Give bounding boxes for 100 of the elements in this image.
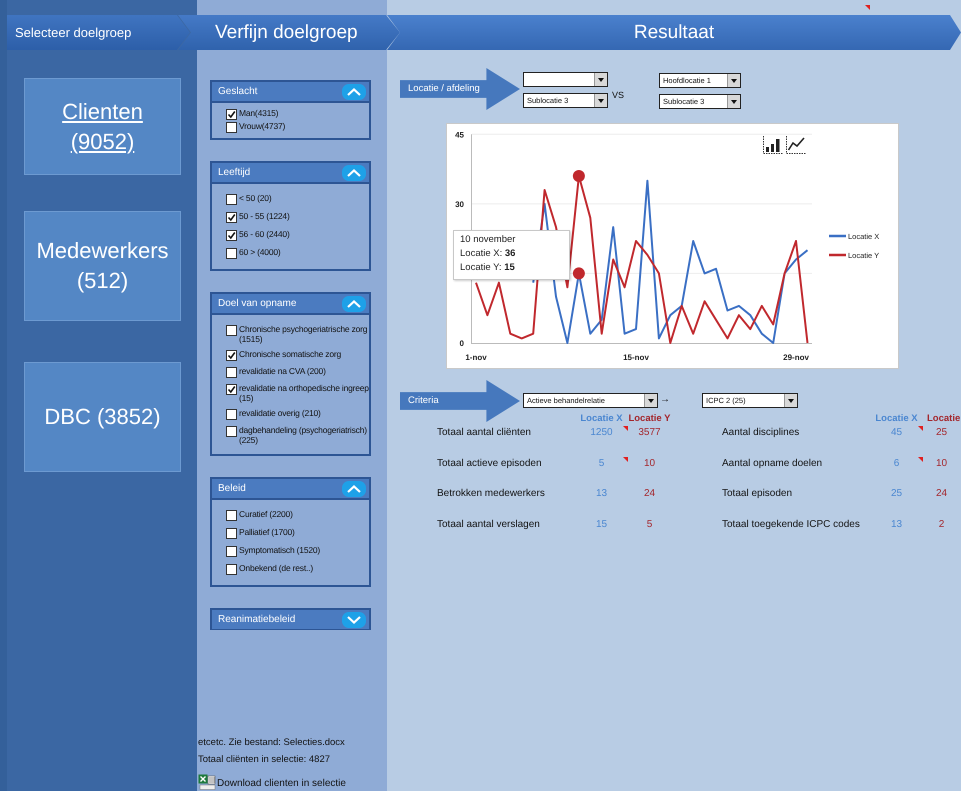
target-group-button[interactable]: DBC (3852) — [24, 362, 181, 472]
target-group-button[interactable]: Clienten (9052) — [24, 78, 181, 175]
caret-icon — [594, 73, 607, 86]
checkbox-label: Palliatief (1700) — [239, 527, 295, 537]
spreadsheet-icon — [198, 774, 216, 790]
collapse-button[interactable] — [342, 612, 366, 628]
panel-title: Reanimatiebeleid — [218, 614, 296, 625]
checkbox[interactable] — [226, 230, 237, 241]
checkbox-label: Curatief (2200) — [239, 509, 293, 519]
checkbox[interactable] — [226, 409, 237, 420]
stat-value: 24 — [934, 487, 948, 501]
stat-value: 24 — [642, 487, 656, 501]
stat-value: 45 — [890, 426, 904, 440]
tooltip-title: 10 november — [460, 233, 516, 247]
collapse-button[interactable] — [342, 480, 366, 496]
checkbox-label: revalidatie overig (210) — [239, 408, 321, 418]
comment-marker-icon — [623, 456, 628, 462]
checkbox[interactable] — [226, 426, 237, 437]
stat-label: Aantal opname doelen — [722, 456, 824, 470]
axis-label: 30 — [455, 200, 464, 209]
stat-value: 1250 — [589, 426, 614, 440]
chevron-icon — [347, 616, 361, 624]
checkbox[interactable] — [226, 546, 237, 557]
stat-label: Totaal aantal verslagen — [437, 518, 541, 532]
checkbox-label: revalidatie na CVA (200) — [239, 366, 326, 376]
checkbox[interactable] — [226, 248, 237, 259]
stat-value: 15 — [594, 518, 608, 532]
stat-value: 5 — [598, 456, 606, 470]
stat-value: 3577 — [637, 426, 662, 440]
checkbox[interactable] — [226, 109, 237, 120]
stat-value: 10 — [642, 456, 656, 470]
panel-title: Doel van opname — [218, 298, 296, 309]
checkbox[interactable] — [226, 194, 237, 205]
panel-title: Geslacht — [218, 86, 258, 97]
stat-label: Betrokken medewerkers — [437, 487, 546, 501]
stat-label: Totaal episoden — [722, 487, 794, 501]
chevron-icon — [347, 88, 361, 96]
checkbox-label: Vrouw(4737) — [239, 121, 286, 131]
checkbox-label: 50 - 55 (1224) — [239, 211, 290, 221]
stat-label: Totaal toegekende ICPC codes — [722, 518, 861, 532]
checkbox-label: Chronische somatische zorg — [239, 349, 342, 359]
stat-label: Totaal aantal cliënten — [437, 426, 532, 440]
chevron-icon — [347, 484, 361, 492]
dropdown[interactable] — [523, 72, 608, 87]
comment-marker-icon — [865, 5, 870, 10]
stat-value: 13 — [594, 487, 608, 501]
checkbox[interactable] — [226, 384, 237, 395]
stat-value: 25 — [934, 426, 948, 440]
axis-label: 29-nov — [783, 353, 809, 362]
stat-value: 2 — [938, 518, 946, 532]
step-tab[interactable]: Selecteer doelgroep — [7, 15, 190, 50]
stat-label: Aantal disciplines — [722, 426, 800, 440]
caret-icon — [644, 394, 657, 407]
checkbox[interactable] — [226, 325, 237, 336]
caret-icon — [784, 394, 797, 407]
checkbox[interactable] — [226, 350, 237, 361]
column-header: Locatie — [926, 413, 960, 425]
checkbox-label: Chronische psychogeriatrische zorg (1515) — [239, 324, 368, 344]
caret-icon — [727, 95, 740, 108]
stat-label: Totaal actieve episoden — [437, 456, 543, 470]
download-link[interactable]: Download clienten in selectie — [217, 778, 346, 790]
bar-chart-icon[interactable] — [763, 136, 784, 154]
stat-value: 13 — [890, 518, 904, 532]
collapse-button[interactable] — [342, 164, 366, 180]
checkbox[interactable] — [226, 510, 237, 521]
checkbox[interactable] — [226, 528, 237, 539]
point-marker — [572, 170, 585, 182]
collapse-button[interactable] — [342, 296, 366, 312]
chevron-icon — [347, 300, 361, 308]
checkbox[interactable] — [226, 212, 237, 223]
target-group-button[interactable]: Medewerkers (512) — [24, 211, 181, 321]
caret-icon — [594, 94, 607, 107]
checkbox-label: < 50 (20) — [239, 193, 272, 203]
checkbox-label: dagbehandeling (psychogeriatrisch) (225) — [239, 425, 368, 445]
line-chart-icon[interactable] — [786, 136, 806, 154]
collapse-button[interactable] — [342, 84, 366, 100]
checkbox-label: 60 > (4000) — [239, 247, 281, 257]
selection-total: Totaal cliënten in selectie: 4827 — [198, 753, 332, 767]
tooltip-line: Locatie X: 36 — [460, 247, 516, 261]
checkbox[interactable] — [226, 122, 237, 133]
panel-title: Beleid — [218, 483, 246, 494]
legend-swatch — [829, 254, 846, 256]
note-text: etcetc. Zie bestand: Selecties.docx — [198, 736, 346, 750]
stat-value: 6 — [892, 456, 900, 470]
vs-label: VS — [612, 90, 624, 100]
step-tab[interactable]: Verfijn doelgroep — [178, 15, 400, 50]
column-header: Locatie X — [874, 413, 919, 425]
checkbox[interactable] — [226, 367, 237, 378]
checkbox[interactable] — [226, 564, 237, 575]
checkbox-label: 56 - 60 (2440) — [239, 229, 290, 239]
arrow-glyph: → — [660, 394, 671, 405]
panel-title: Leeftijd — [218, 167, 250, 178]
point-marker — [572, 267, 585, 280]
comment-marker-icon — [623, 426, 628, 431]
stat-value: 5 — [646, 518, 654, 532]
axis-label: 0 — [460, 339, 464, 348]
axis-label: 1-nov — [465, 353, 487, 362]
stat-value: 10 — [934, 456, 948, 470]
tooltip-line: Locatie Y: 15 — [460, 261, 516, 275]
step-tab[interactable]: Resultaat — [387, 15, 961, 50]
